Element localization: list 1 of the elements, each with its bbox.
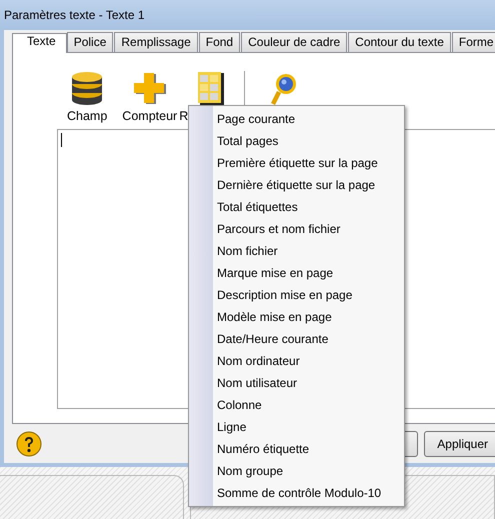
window-title: Paramètres texte - Texte 1	[4, 8, 145, 22]
